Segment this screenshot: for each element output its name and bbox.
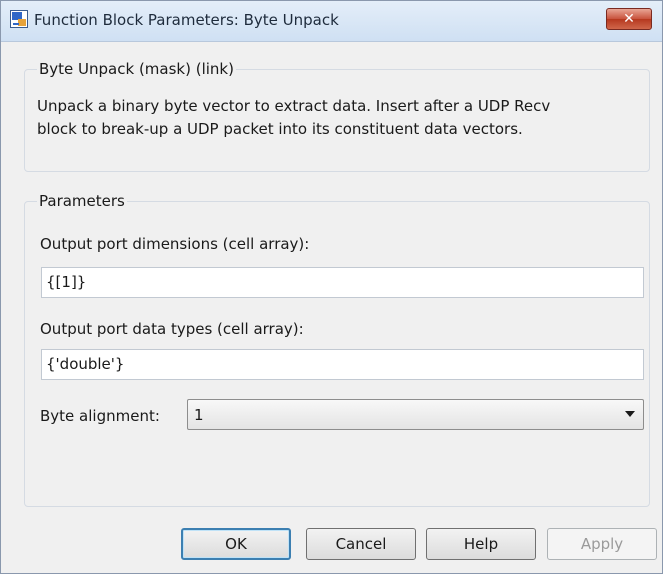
- description-group: Byte Unpack (mask) (link) Unpack a binar…: [24, 60, 650, 172]
- description-line-1: Unpack a binary byte vector to extract d…: [37, 97, 551, 115]
- simulink-block-icon: [10, 10, 28, 28]
- parameters-group-legend: Parameters: [37, 192, 127, 210]
- window-title: Function Block Parameters: Byte Unpack: [34, 11, 339, 29]
- ok-button[interactable]: OK: [181, 528, 291, 560]
- apply-button[interactable]: Apply: [547, 528, 657, 560]
- output-dimensions-field[interactable]: {[1]}: [41, 267, 644, 298]
- cancel-button[interactable]: Cancel: [306, 528, 416, 560]
- byte-alignment-value: 1: [194, 406, 204, 424]
- close-icon: ✕: [623, 11, 635, 27]
- byte-alignment-select[interactable]: 1: [187, 399, 644, 430]
- title-bar[interactable]: Function Block Parameters: Byte Unpack ✕: [1, 1, 662, 42]
- byte-alignment-label: Byte alignment:: [40, 407, 160, 425]
- description-line-2: block to break-up a UDP packet into its …: [37, 120, 523, 138]
- parameters-group: Parameters Output port dimensions (cell …: [24, 192, 650, 507]
- output-dimensions-label: Output port dimensions (cell array):: [40, 235, 310, 253]
- output-data-types-field[interactable]: {'double'}: [41, 349, 644, 380]
- description-group-legend: Byte Unpack (mask) (link): [37, 60, 236, 78]
- help-button[interactable]: Help: [426, 528, 536, 560]
- chevron-down-icon: [625, 411, 635, 417]
- block-description: Unpack a binary byte vector to extract d…: [37, 95, 642, 141]
- dialog-window: Function Block Parameters: Byte Unpack ✕…: [0, 0, 663, 574]
- close-button[interactable]: ✕: [606, 8, 652, 30]
- output-data-types-label: Output port data types (cell array):: [40, 320, 304, 338]
